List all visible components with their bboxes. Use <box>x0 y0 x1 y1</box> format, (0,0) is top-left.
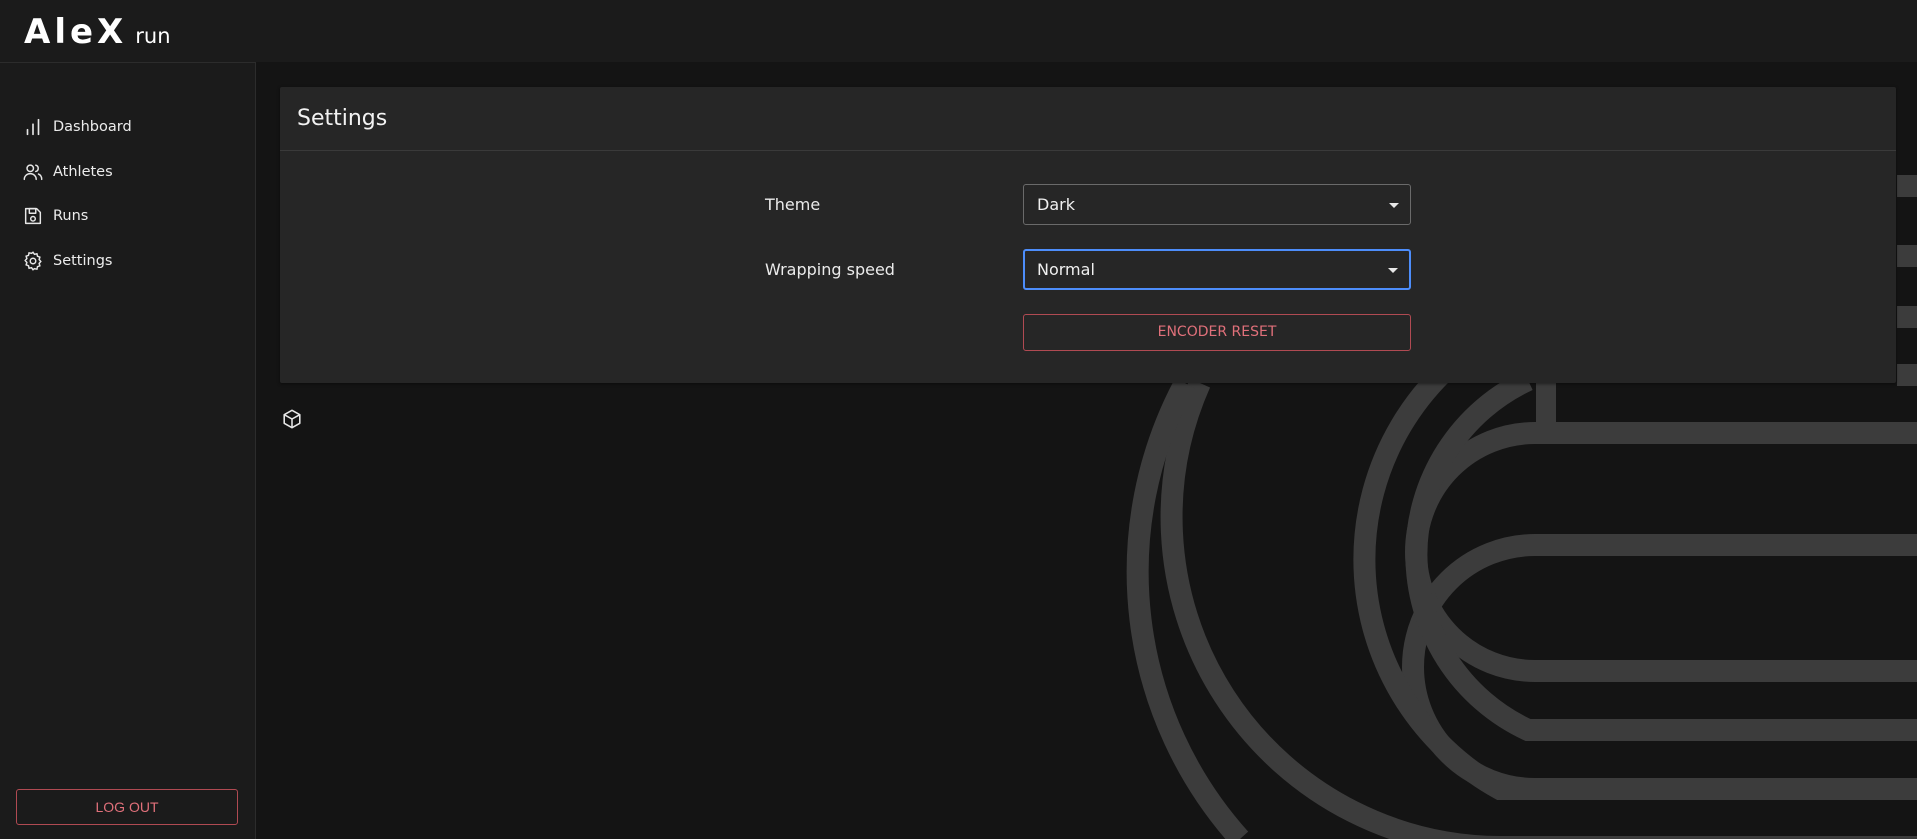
theme-select[interactable]: Dark <box>1023 184 1411 225</box>
bar-chart-icon <box>26 118 40 136</box>
top-bar: AleX run <box>0 0 1917 62</box>
gear-icon <box>24 251 42 271</box>
settings-card: Settings Theme Dark Wrapping speed Norma… <box>280 87 1896 383</box>
floppy-disk-icon <box>24 207 42 225</box>
theme-label: Theme <box>765 195 821 214</box>
cube-icon[interactable] <box>281 408 303 430</box>
theme-select-value: Dark <box>1037 195 1075 214</box>
caret-down-icon <box>1389 202 1399 208</box>
sidebar-item-runs[interactable]: Runs <box>22 199 242 233</box>
users-icon <box>23 164 43 181</box>
logout-button[interactable]: LOG OUT <box>16 789 238 825</box>
sidebar-item-dashboard[interactable]: Dashboard <box>22 110 242 144</box>
card-header: Settings <box>280 87 1896 151</box>
wrapping-speed-select-value: Normal <box>1037 260 1095 279</box>
sidebar-item-athletes[interactable]: Athletes <box>22 155 242 189</box>
logo-subtitle: run <box>135 24 171 48</box>
logo-wordmark: AleX <box>24 12 128 52</box>
sidebar-item-label: Dashboard <box>53 119 132 135</box>
sidebar-item-label: Athletes <box>53 164 113 180</box>
encoder-reset-button[interactable]: ENCODER RESET <box>1023 314 1411 351</box>
sidebar-item-label: Runs <box>53 208 89 224</box>
caret-down-icon <box>1388 267 1398 273</box>
sidebar: Dashboard Athletes Runs Settings LOG OUT <box>0 62 256 839</box>
sidebar-item-label: Settings <box>53 253 113 269</box>
wrapping-speed-select[interactable]: Normal <box>1023 249 1411 290</box>
sidebar-item-settings[interactable]: Settings <box>22 244 242 278</box>
app-logo[interactable]: AleX run <box>24 12 171 52</box>
wrapping-speed-label: Wrapping speed <box>765 260 895 279</box>
page-title: Settings <box>297 106 388 131</box>
